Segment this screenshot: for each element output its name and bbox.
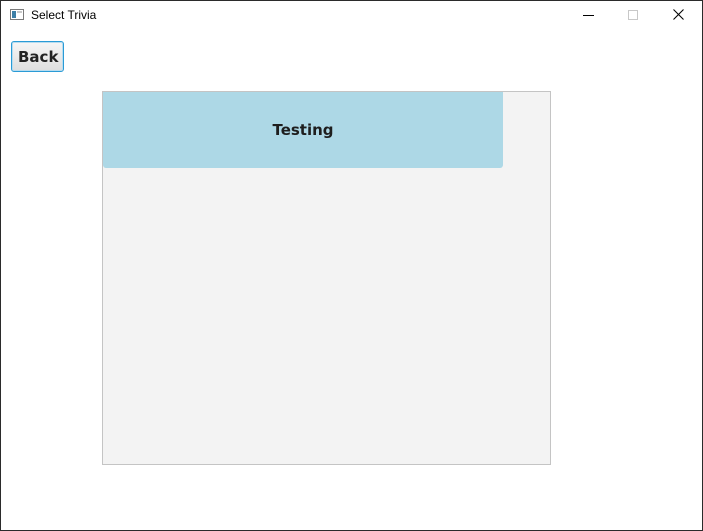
maximize-button[interactable] [610, 1, 656, 31]
title-bar: Select Trivia [1, 1, 702, 31]
maximize-icon [628, 10, 638, 20]
trivia-item-label: Testing [272, 121, 334, 139]
trivia-item-testing[interactable]: Testing [103, 92, 503, 168]
minimize-button[interactable] [565, 1, 611, 31]
minimize-icon [583, 15, 594, 16]
window-title: Select Trivia [31, 8, 97, 22]
trivia-list[interactable]: Testing [102, 91, 551, 465]
close-button[interactable] [656, 1, 702, 31]
back-button[interactable]: Back [11, 41, 64, 72]
close-icon [673, 9, 684, 20]
app-icon [10, 9, 24, 20]
app-window: Select Trivia Back Testing [0, 0, 703, 531]
